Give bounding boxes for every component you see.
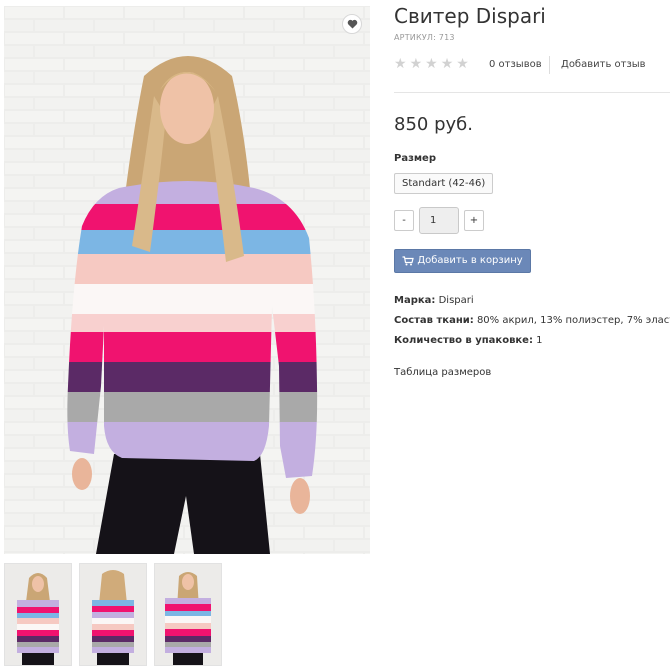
spec-label: Состав ткани:	[394, 315, 474, 326]
add-to-cart-button[interactable]: Добавить в корзину	[394, 249, 531, 273]
spec-label: Марка:	[394, 295, 436, 306]
star-icon[interactable]: ★	[441, 57, 454, 71]
spec-fabric: Состав ткани: 80% акрил, 13% полиэстер, …	[394, 314, 670, 327]
product-main-photo[interactable]	[4, 6, 370, 554]
qty-input[interactable]	[419, 207, 459, 234]
reviews-count: 0 отзывов	[489, 59, 542, 70]
spec-value: Dispari	[438, 295, 474, 306]
size-label: Размер	[394, 153, 437, 164]
divider	[394, 92, 670, 93]
sweater-photo	[4, 6, 370, 554]
qty-increase-button[interactable]: +	[464, 210, 484, 231]
rating-divider	[549, 56, 550, 74]
spec-package-qty: Количество в упаковке: 1	[394, 334, 670, 347]
spec-value: 80% акрил, 13% полиэстер, 7% эластан	[476, 315, 670, 326]
thumbnail-front[interactable]	[4, 563, 72, 666]
add-review-link[interactable]: Добавить отзыв	[561, 59, 646, 70]
star-icon[interactable]: ★	[425, 57, 438, 71]
spec-label: Количество в упаковке:	[394, 335, 533, 346]
heart-icon	[347, 19, 357, 29]
qty-decrease-button[interactable]: -	[394, 210, 414, 231]
star-icon[interactable]: ★	[410, 57, 423, 71]
thumbnail-side[interactable]	[154, 563, 222, 666]
spec-brand: Марка: Dispari	[394, 294, 670, 307]
star-icon[interactable]: ★	[456, 57, 469, 71]
product-sku: АРТИКУЛ: 713	[394, 33, 455, 42]
wishlist-button[interactable]	[342, 14, 362, 34]
product-price: 850 руб.	[394, 114, 473, 135]
add-to-cart-label: Добавить в корзину	[417, 255, 523, 266]
product-specs: Марка: Dispari Состав ткани: 80% акрил, …	[394, 294, 670, 354]
thumbnail-back[interactable]	[79, 563, 147, 666]
size-table-link[interactable]: Таблица размеров	[394, 367, 491, 378]
size-option-button[interactable]: Standart (42-46)	[394, 173, 494, 194]
cart-icon	[402, 256, 415, 266]
star-icon[interactable]: ★	[394, 57, 407, 71]
rating-row: ★ ★ ★ ★ ★ 0 отзывов Добавить отзыв	[394, 56, 670, 76]
thumbnail-back-image	[80, 564, 146, 665]
spec-value: 1	[536, 335, 543, 346]
product-title: Свитер Dispari	[394, 4, 546, 28]
thumbnail-front-image	[5, 564, 71, 665]
rating-stars[interactable]: ★ ★ ★ ★ ★	[394, 57, 469, 71]
thumbnail-side-image	[155, 564, 221, 665]
